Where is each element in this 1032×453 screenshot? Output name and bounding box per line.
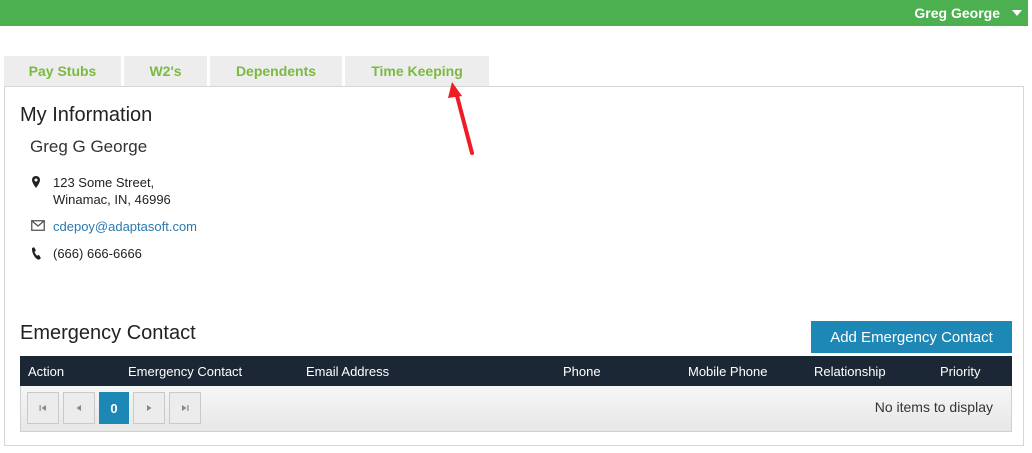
column-header-action[interactable]: Action	[28, 364, 64, 379]
person-name: Greg G George	[30, 137, 148, 156]
address-line-1: 123 Some Street,	[53, 175, 155, 190]
next-page-icon[interactable]	[133, 392, 165, 424]
emergency-contact-grid-header: Action Emergency Contact Email Address P…	[20, 356, 1012, 386]
address-row: 123 Some Street, Winamac, IN, 46996	[31, 174, 171, 208]
map-marker-icon	[31, 174, 53, 188]
phone-row: (666) 666-6666	[31, 245, 142, 262]
caret-down-icon	[1012, 10, 1022, 16]
user-menu[interactable]: Greg George	[914, 0, 1022, 26]
previous-page-icon[interactable]	[63, 392, 95, 424]
email-link[interactable]: cdepoy@adaptasoft.com	[53, 218, 197, 235]
empty-message: No items to display	[874, 399, 993, 415]
my-information-title: My Information	[20, 104, 153, 126]
address: 123 Some Street, Winamac, IN, 46996	[53, 174, 171, 208]
tab-pay-stubs[interactable]: Pay Stubs	[4, 56, 121, 86]
first-page-icon[interactable]	[27, 392, 59, 424]
last-page-icon[interactable]	[169, 392, 201, 424]
emergency-contact-title: Emergency Contact	[20, 322, 196, 344]
grid-pager: 0 No items to display	[20, 386, 1012, 432]
phone-icon	[31, 245, 53, 260]
tab-w2s[interactable]: W2's	[124, 56, 207, 86]
top-header-bar: Greg George	[0, 0, 1028, 26]
annotation-arrow-icon	[448, 82, 474, 155]
column-header-mobile-phone[interactable]: Mobile Phone	[688, 364, 768, 379]
add-emergency-contact-button[interactable]: Add Emergency Contact	[811, 321, 1012, 353]
column-header-phone[interactable]: Phone	[563, 364, 601, 379]
email-row: cdepoy@adaptasoft.com	[31, 218, 197, 235]
current-page-button[interactable]: 0	[99, 392, 129, 424]
column-header-relationship[interactable]: Relationship	[814, 364, 886, 379]
column-header-priority[interactable]: Priority	[940, 364, 980, 379]
column-header-email-address[interactable]: Email Address	[306, 364, 389, 379]
user-name: Greg George	[914, 5, 1000, 21]
tab-bar: Pay Stubs W2's Dependents Time Keeping	[4, 56, 492, 86]
envelope-icon	[31, 218, 53, 231]
tab-dependents[interactable]: Dependents	[210, 56, 342, 86]
content-panel: My Information Greg G George 123 Some St…	[4, 86, 1024, 446]
column-header-emergency-contact[interactable]: Emergency Contact	[128, 364, 242, 379]
phone-number: (666) 666-6666	[53, 246, 142, 261]
address-line-2: Winamac, IN, 46996	[53, 192, 171, 207]
